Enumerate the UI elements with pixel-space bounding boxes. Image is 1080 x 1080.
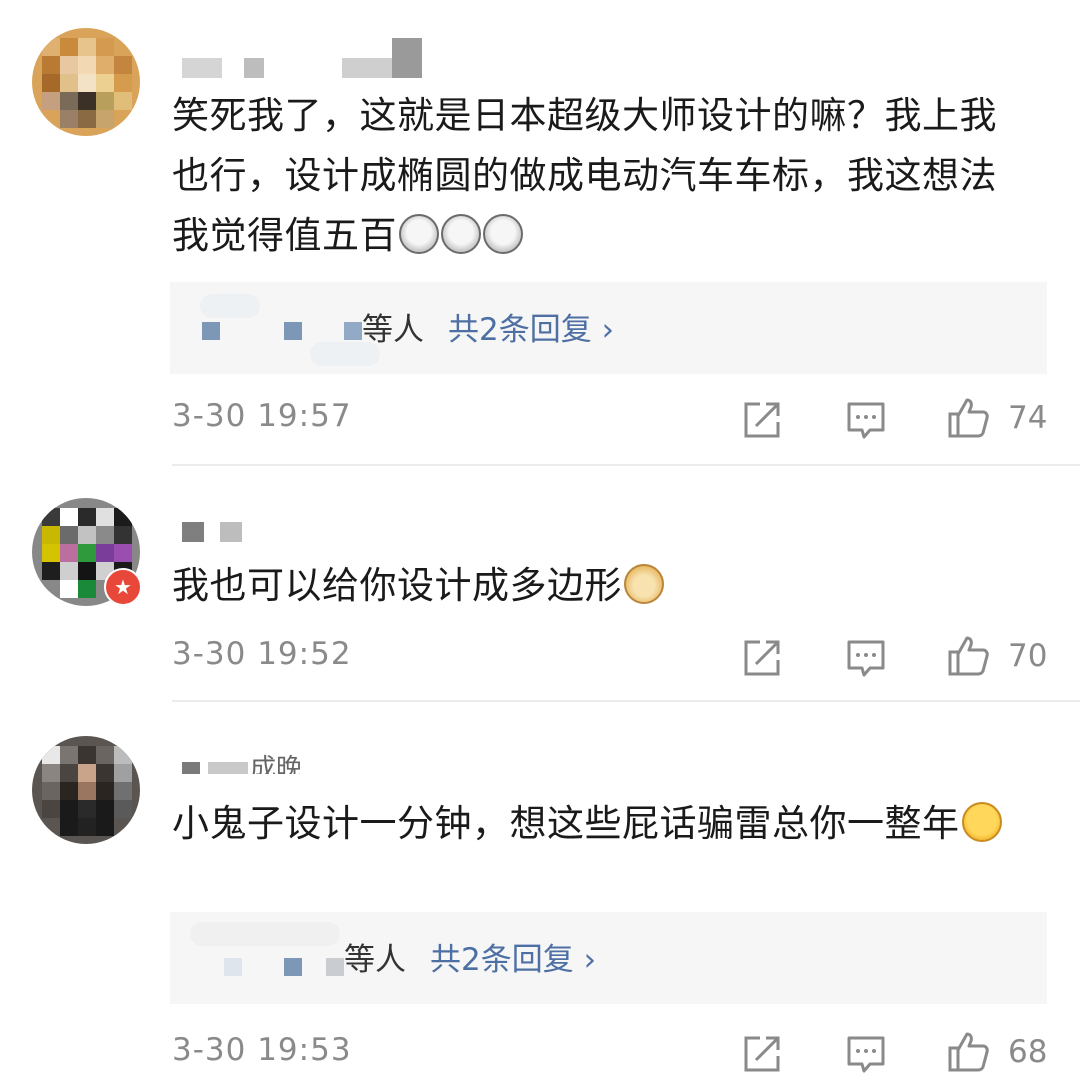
reply-participants: 等人 — [362, 312, 424, 348]
share-icon[interactable] — [740, 1032, 784, 1076]
like-count: 70 — [1008, 638, 1048, 674]
dizzy-face-emoji — [441, 214, 481, 254]
comment-timestamp: 3-30 19:53 — [172, 1032, 352, 1068]
comment-timestamp: 3-30 19:57 — [172, 398, 352, 434]
username-redacted[interactable] — [172, 38, 432, 88]
comment-icon[interactable] — [844, 636, 888, 680]
view-replies-link[interactable]: 共2条回复 › — [430, 940, 596, 980]
username-partial: 成晚 — [250, 754, 303, 774]
comment-body: 小鬼子设计一分钟，想这些屁话骗雷总你一整年 — [172, 802, 960, 845]
share-icon[interactable] — [740, 398, 784, 442]
reply-preview[interactable]: 等人 共2条回复 › — [170, 282, 1047, 374]
comment-text: 我也可以给你设计成多边形 — [172, 556, 1032, 616]
comment-timestamp: 3-30 19:52 — [172, 636, 352, 672]
comment-body: 笑死我了，这就是日本超级大师设计的嘛？我上我也行，设计成椭圆的做成电动汽车车标，… — [172, 94, 997, 257]
username-redacted[interactable]: 成晚 — [172, 752, 372, 774]
like-icon[interactable] — [946, 1030, 990, 1074]
like-count: 74 — [1008, 400, 1048, 436]
avatar[interactable] — [32, 736, 140, 844]
comment-text: 小鬼子设计一分钟，想这些屁话骗雷总你一整年 — [172, 794, 1032, 854]
comment-icon[interactable] — [844, 1032, 888, 1076]
crying-face-emoji — [961, 802, 1002, 842]
view-replies-link[interactable]: 共2条回复 › — [448, 310, 614, 350]
avatar[interactable] — [32, 28, 140, 136]
like-icon[interactable] — [946, 396, 990, 440]
comment-icon[interactable] — [844, 398, 888, 442]
verified-badge-icon: ★ — [104, 568, 142, 606]
dizzy-face-emoji — [399, 214, 439, 254]
reply-preview[interactable]: 等人 共2条回复 › — [170, 912, 1047, 1004]
reply-participants: 等人 — [344, 942, 406, 978]
doge-emoji — [624, 564, 664, 604]
comment-item: 笑死我了，这就是日本超级大师设计的嘛？我上我也行，设计成椭圆的做成电动汽车车标，… — [0, 0, 1080, 466]
comment-item: 成晚 小鬼子设计一分钟，想这些屁话骗雷总你一整年 等人 共2条回复 › 3-30… — [0, 702, 1080, 1073]
like-icon[interactable] — [946, 634, 990, 678]
comment-text: 笑死我了，这就是日本超级大师设计的嘛？我上我也行，设计成椭圆的做成电动汽车车标，… — [172, 86, 1032, 266]
comment-item: ★ 我也可以给你设计成多边形 3-30 19:52 70 — [0, 466, 1080, 702]
username-redacted[interactable] — [172, 522, 252, 552]
like-count: 68 — [1008, 1034, 1048, 1070]
share-icon[interactable] — [740, 636, 784, 680]
dizzy-face-emoji — [483, 214, 523, 254]
comment-body: 我也可以给你设计成多边形 — [172, 564, 622, 607]
